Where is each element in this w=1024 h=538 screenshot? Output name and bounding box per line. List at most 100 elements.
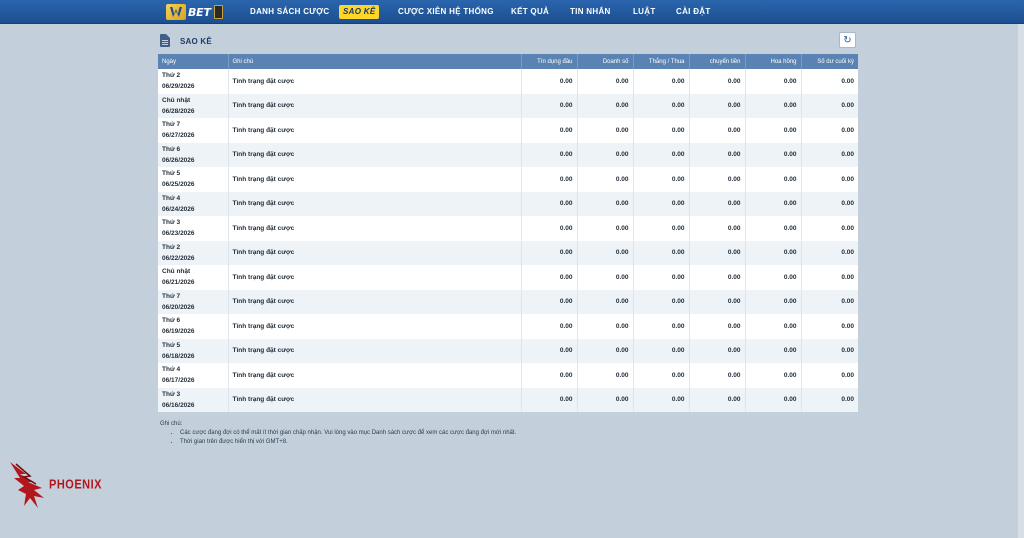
value-cell: 0.00 — [745, 387, 802, 412]
weekday-label: Thứ 6 — [162, 317, 181, 325]
note-cell[interactable]: Tình trạng đặt cược — [228, 69, 522, 94]
value-cell: 0.00 — [633, 289, 690, 314]
value-cell: 0.00 — [521, 118, 578, 143]
value-cell: 0.00 — [521, 93, 578, 118]
value-cell: 0.00 — [745, 118, 802, 143]
refresh-button[interactable]: ↻ — [839, 32, 856, 48]
date-cell: Thứ 5 06/25/2026 — [158, 167, 229, 192]
value-cell: 0.00 — [577, 240, 634, 265]
value-cell: 0.00 — [633, 363, 690, 388]
date-cell: Thứ 4 06/17/2026 — [158, 363, 229, 388]
value-cell: 0.00 — [633, 314, 690, 339]
value-cell: 0.00 — [577, 118, 634, 143]
scrollbar[interactable] — [1018, 24, 1024, 538]
value-cell: 0.00 — [521, 142, 578, 167]
value-cell: 0.00 — [841, 224, 854, 232]
date-label: 06/28/2026 — [162, 107, 195, 115]
date-label: 06/20/2026 — [162, 303, 195, 311]
date-cell: Thứ 2 06/22/2026 — [158, 240, 229, 265]
note-cell[interactable]: Tình trạng đặt cược — [228, 240, 522, 265]
weekday-label: Thứ 5 — [162, 341, 181, 349]
weekday-label: Thứ 3 — [162, 390, 181, 398]
value-cell: 0.00 — [841, 322, 854, 330]
value-cell: 0.00 — [689, 314, 746, 339]
value-cell: 0.00 — [521, 69, 578, 94]
nav-sao-ke[interactable]: SAO KÊ — [339, 5, 380, 19]
weekday-label: Thứ 4 — [162, 194, 181, 202]
note-cell[interactable]: Tình trạng đặt cược — [228, 191, 522, 216]
column-header: Doanh số — [577, 54, 634, 69]
wbet-logo[interactable]: BET — [166, 3, 238, 21]
value-cell: 0.00 — [633, 240, 690, 265]
date-cell: Thứ 3 06/23/2026 — [158, 216, 229, 241]
table-row: Thứ 5 06/18/2026 Tình trạng đặt cược 0.00 0.… — [158, 338, 858, 363]
date-label: 06/22/2026 — [162, 254, 195, 262]
weekday-label: Chủ nhật — [162, 268, 191, 276]
value-cell: 0.00 — [745, 338, 802, 363]
table-row: Thứ 3 06/23/2026 Tình trạng đặt cược 0.00 0.… — [158, 216, 858, 241]
date-label: 06/21/2026 — [162, 279, 195, 287]
table-row: Thứ 5 06/25/2026 Tình trạng đặt cược 0.00 0.… — [158, 167, 858, 192]
note-cell[interactable]: Tình trạng đặt cược — [228, 167, 522, 192]
note-cell[interactable]: Tình trạng đặt cược — [228, 216, 522, 241]
date-cell: Thứ 3 06/16/2026 — [158, 387, 229, 412]
nav-ket-qua[interactable]: KẾT QUẢ — [511, 5, 549, 19]
date-label: 06/19/2026 — [162, 328, 195, 336]
date-cell: Thứ 6 06/26/2026 — [158, 142, 229, 167]
value-cell: 0.00 — [745, 216, 802, 241]
date-cell: Thứ 5 06/18/2026 — [158, 338, 229, 363]
value-cell: 0.00 — [745, 314, 802, 339]
notes-title: Ghi chú: — [160, 421, 183, 427]
value-cell: 0.00 — [577, 93, 634, 118]
value-cell: 0.00 — [689, 118, 746, 143]
date-label: 06/26/2026 — [162, 156, 195, 164]
nav-cuoc-xien-he-thong[interactable]: CƯỢC XIÊN HỆ THỐNG — [398, 5, 494, 19]
value-cell: 0.00 — [577, 314, 634, 339]
note-cell[interactable]: Tình trạng đặt cược — [228, 118, 522, 143]
table-row: Thứ 7 06/27/2026 Tình trạng đặt cược 0.00 0.… — [158, 118, 858, 143]
value-cell: 0.00 — [689, 387, 746, 412]
top-navigation-bar: BET DANH SÁCH CƯỢC SAO KÊ CƯỢC XIÊN HỆ T… — [0, 0, 1024, 24]
value-cell: 0.00 — [841, 298, 854, 306]
value-cell: 0.00 — [745, 191, 802, 216]
value-cell: 0.00 — [521, 265, 578, 290]
value-cell: 0.00 — [577, 191, 634, 216]
note-item: Thời gian trên được hiển thị với GMT+8. — [180, 439, 860, 445]
nav-cai-dat[interactable]: CÀI ĐẶT — [676, 5, 711, 19]
note-cell[interactable]: Tình trạng đặt cược — [228, 142, 522, 167]
nav-danh-sach-cuoc[interactable]: DANH SÁCH CƯỢC — [250, 5, 329, 19]
weekday-label: Thứ 3 — [162, 219, 181, 227]
value-cell: 0.00 — [633, 142, 690, 167]
note-cell[interactable]: Tình trạng đặt cược — [228, 314, 522, 339]
note-cell[interactable]: Tình trạng đặt cược — [228, 338, 522, 363]
value-cell: 0.00 — [841, 200, 854, 208]
note-cell[interactable]: Tình trạng đặt cược — [228, 363, 522, 388]
value-cell: 0.00 — [689, 216, 746, 241]
date-cell: Chủ nhật 06/28/2026 — [158, 93, 229, 118]
date-cell: Thứ 4 06/24/2026 — [158, 191, 229, 216]
date-label: 06/29/2026 — [162, 83, 195, 91]
note-cell[interactable]: Tình trạng đặt cược — [228, 93, 522, 118]
note-cell[interactable]: Tình trạng đặt cược — [228, 387, 522, 412]
value-cell: 0.00 — [689, 93, 746, 118]
logo-text: BET — [188, 5, 211, 19]
value-cell: 0.00 — [689, 338, 746, 363]
nav-luat[interactable]: LUẬT — [633, 5, 656, 19]
weekday-label: Thứ 7 — [162, 292, 181, 300]
table-row: Thứ 3 06/16/2026 Tình trạng đặt cược 0.00 0.… — [158, 387, 858, 412]
value-cell: 0.00 — [633, 387, 690, 412]
date-cell: Chủ nhật 06/21/2026 — [158, 265, 229, 290]
note-cell[interactable]: Tình trạng đặt cược — [228, 289, 522, 314]
watermark-text: PHOENIX — [49, 477, 103, 493]
value-cell: 0.00 — [521, 338, 578, 363]
value-cell: 0.00 — [841, 347, 854, 355]
value-cell: 0.00 — [841, 249, 854, 257]
weekday-label: Thứ 7 — [162, 121, 181, 129]
value-cell: 0.00 — [577, 338, 634, 363]
value-cell: 0.00 — [521, 240, 578, 265]
note-cell[interactable]: Tình trạng đặt cược — [228, 265, 522, 290]
value-cell: 0.00 — [745, 142, 802, 167]
date-label: 06/23/2026 — [162, 230, 195, 238]
nav-tin-nhan[interactable]: TIN NHẮN — [570, 5, 611, 19]
value-cell: 0.00 — [841, 273, 854, 281]
